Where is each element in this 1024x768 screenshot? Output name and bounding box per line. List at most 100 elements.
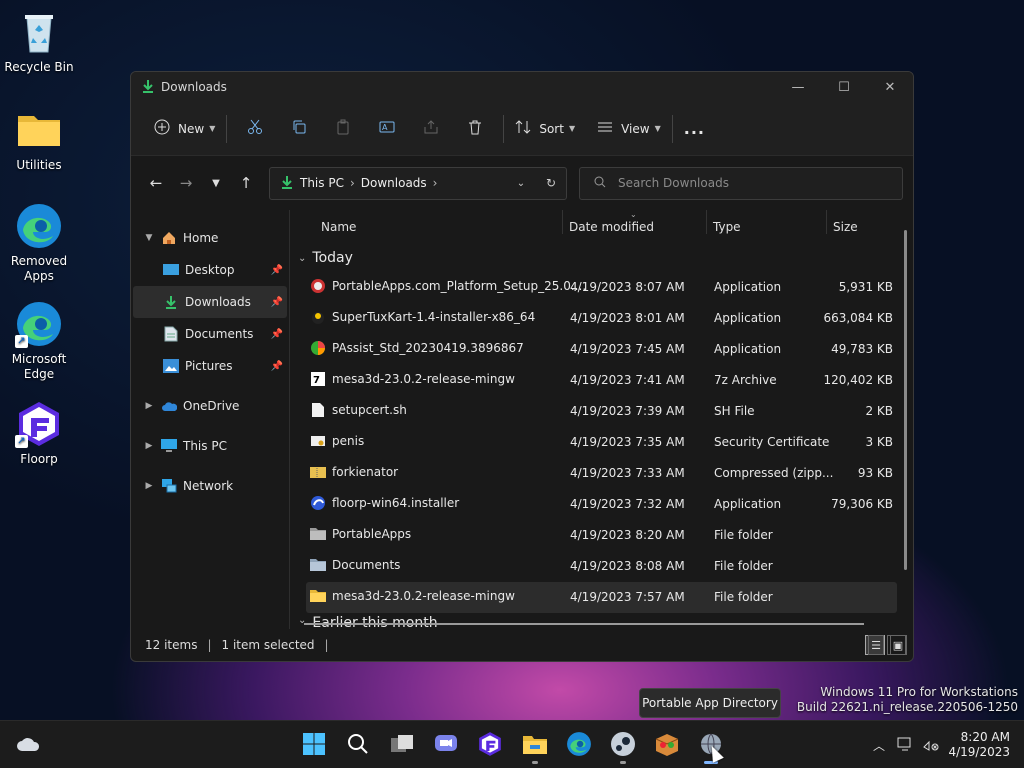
search-input[interactable]: Search Downloads xyxy=(618,176,729,190)
breadcrumb-this-pc[interactable]: This PC xyxy=(300,176,344,190)
steam-icon xyxy=(610,731,636,760)
column-header-name[interactable]: Name xyxy=(321,220,356,234)
file-row[interactable]: Documents 4/19/2023 8:08 AM File folder xyxy=(306,551,897,582)
vertical-scrollbar[interactable] xyxy=(904,230,907,570)
file-row[interactable]: mesa3d-23.0.2-release-mingw 4/19/2023 7:5… xyxy=(306,582,897,613)
horizontal-scrollbar[interactable] xyxy=(304,623,864,625)
teams-chat-button[interactable] xyxy=(430,729,462,761)
desktop-icon-label: Floorp xyxy=(20,452,58,466)
more-options-button[interactable]: ... xyxy=(679,113,710,145)
taskbar-edge[interactable] xyxy=(563,729,595,761)
nav-item-this-pc[interactable]: ▶ This PC xyxy=(133,430,287,462)
group-header-earlier[interactable]: ⌄ Earlier this month xyxy=(290,613,913,629)
nav-item-pictures[interactable]: Pictures 📌 xyxy=(133,350,287,382)
nav-item-desktop[interactable]: Desktop 📌 xyxy=(133,254,287,286)
group-header-today[interactable]: ⌄ Today xyxy=(290,244,913,272)
chevron-down-icon[interactable]: ▼ xyxy=(137,233,161,243)
view-label: View xyxy=(621,121,650,136)
maximize-button[interactable]: ☐ xyxy=(821,72,867,102)
file-name: SuperTuxKart-1.4-installer-x86_64 xyxy=(332,310,536,324)
column-header-size[interactable]: Size xyxy=(833,220,858,234)
cut-button[interactable] xyxy=(233,113,277,145)
task-view-button[interactable] xyxy=(386,729,418,761)
taskbar: ︿ 8:20 AM 4/19/2023 xyxy=(0,720,1024,768)
paste-button[interactable] xyxy=(321,113,365,145)
file-row[interactable]: SuperTuxKart-1.4-installer-x86_64 4/19/20… xyxy=(306,303,897,334)
file-size: 5,931 KB xyxy=(838,280,893,294)
nav-item-downloads[interactable]: Downloads 📌 xyxy=(133,286,287,318)
close-button[interactable]: ✕ xyxy=(867,72,913,102)
group-label: Today xyxy=(312,250,353,266)
address-bar[interactable]: This PC › Downloads › ⌄ ↻ xyxy=(269,166,567,200)
file-row[interactable]: PAssist_Std_20230419.3896867 4/19/2023 7:… xyxy=(306,334,897,365)
chevron-right-icon[interactable]: ▶ xyxy=(137,401,161,411)
download-arrow-icon xyxy=(141,79,155,96)
file-row[interactable]: penis 4/19/2023 7:35 AM Security Certifica… xyxy=(306,427,897,458)
file-date: 4/19/2023 8:20 AM xyxy=(570,528,685,542)
file-row[interactable]: floorp-win64.installer 4/19/2023 7:32 AM A… xyxy=(306,489,897,520)
search-button[interactable] xyxy=(342,729,374,761)
minimize-button[interactable]: — xyxy=(775,72,821,102)
desktop-icon-microsoft-edge[interactable]: ↗ Microsoft Edge xyxy=(3,300,75,382)
running-indicator xyxy=(532,761,538,764)
file-size: 663,084 KB xyxy=(823,311,893,325)
file-list: Name Date modified ⌄ Type Size ⌄ Today P… xyxy=(290,210,913,629)
chevron-down-icon: ▼ xyxy=(654,124,661,133)
display-icon[interactable] xyxy=(892,737,918,754)
network-disconnected-icon[interactable] xyxy=(918,737,944,754)
navigation-bar: ← → ▼ ↑ This PC › Downloads › ⌄ ↻ Search… xyxy=(131,156,913,210)
taskbar-steam[interactable] xyxy=(607,729,639,764)
chevron-right-icon[interactable]: ▶ xyxy=(137,441,161,451)
nav-item-onedrive[interactable]: ▶ OneDrive xyxy=(133,390,287,422)
copy-button[interactable] xyxy=(277,113,321,145)
taskbar-floorp[interactable] xyxy=(474,729,506,761)
desktop-icon-floorp[interactable]: ↗ Floorp xyxy=(3,400,75,467)
breadcrumb-downloads[interactable]: Downloads xyxy=(361,176,427,190)
recent-locations-button[interactable]: ▼ xyxy=(201,168,231,198)
nav-item-label: Desktop xyxy=(185,263,235,277)
refresh-button[interactable]: ↻ xyxy=(536,176,566,190)
address-history-button[interactable]: ⌄ xyxy=(506,178,536,189)
file-row[interactable]: setupcert.sh 4/19/2023 7:39 AM SH File 2 KB xyxy=(306,396,897,427)
file-row[interactable]: PortableApps 4/19/2023 8:20 AM File folder xyxy=(306,520,897,551)
up-button[interactable]: ↑ xyxy=(231,168,261,198)
taskbar-file-explorer[interactable] xyxy=(519,729,551,764)
file-row[interactable]: forkienator 4/19/2023 7:33 AM Compressed (… xyxy=(306,458,897,489)
nav-item-network[interactable]: ▶ Network xyxy=(133,470,287,502)
chevron-right-icon[interactable]: ▶ xyxy=(137,481,161,491)
file-date: 4/19/2023 7:35 AM xyxy=(570,435,685,449)
delete-button[interactable] xyxy=(453,113,497,145)
desktop-icon-recycle-bin[interactable]: Recycle Bin xyxy=(3,8,75,75)
file-row[interactable]: PortableApps.com_Platform_Setup_25.0....… xyxy=(306,272,897,303)
home-icon xyxy=(161,230,177,246)
sort-button[interactable]: Sort ▼ xyxy=(510,113,580,145)
details-view-button[interactable]: ☰ xyxy=(865,635,885,655)
view-button[interactable]: View ▼ xyxy=(592,113,666,145)
rename-button[interactable]: A xyxy=(365,113,409,145)
nav-item-documents[interactable]: Documents 📌 xyxy=(133,318,287,350)
new-button[interactable]: New ▼ xyxy=(149,113,220,145)
file-type: Compressed (zipp... xyxy=(714,466,834,480)
search-box[interactable]: Search Downloads xyxy=(579,166,903,200)
widgets-button[interactable] xyxy=(12,729,44,761)
floorp-icon: ↗ xyxy=(15,400,63,448)
column-header-date[interactable]: Date modified xyxy=(569,220,654,234)
svg-text:7: 7 xyxy=(313,375,320,386)
nav-item-home[interactable]: ▼ Home xyxy=(133,222,287,254)
start-button[interactable] xyxy=(298,729,330,761)
chat-icon xyxy=(434,733,458,758)
desktop-icon-utilities[interactable]: Utilities xyxy=(3,106,75,173)
taskbar-tooltip: Portable App Directory xyxy=(639,688,781,718)
download-arrow-icon xyxy=(280,175,294,192)
show-hidden-icons-button[interactable]: ︿ xyxy=(866,737,892,754)
file-date: 4/19/2023 7:39 AM xyxy=(570,404,685,418)
file-row[interactable]: 7 mesa3d-23.0.2-release-mingw 4/19/2023 7:… xyxy=(306,365,897,396)
column-header-type[interactable]: Type xyxy=(713,220,741,234)
tiles-view-button[interactable]: ▣ xyxy=(887,635,907,655)
back-button[interactable]: ← xyxy=(141,168,171,198)
forward-button[interactable]: → xyxy=(171,168,201,198)
desktop-icon-removed-apps[interactable]: Removed Apps xyxy=(3,202,75,284)
share-button[interactable] xyxy=(409,113,453,145)
taskbar-package-app[interactable] xyxy=(651,729,683,761)
clock[interactable]: 8:20 AM 4/19/2023 xyxy=(948,730,1010,760)
